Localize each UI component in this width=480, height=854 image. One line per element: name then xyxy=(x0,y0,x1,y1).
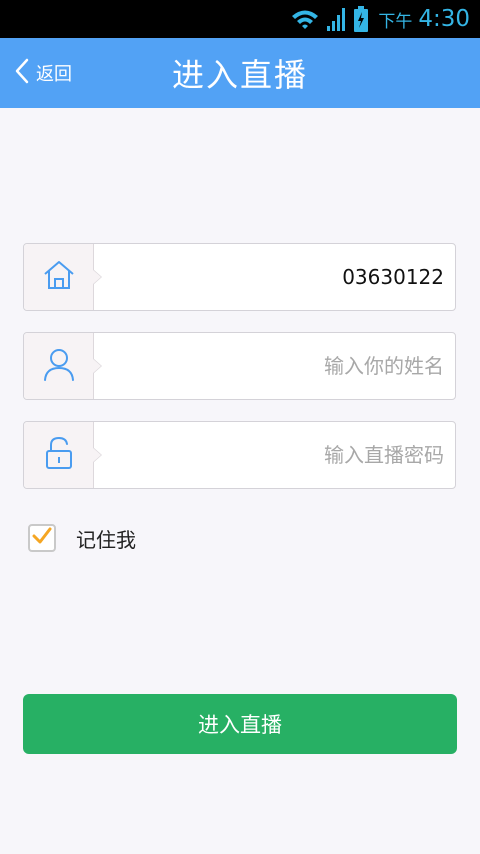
page-title-text: 进入直播 xyxy=(171,56,308,94)
battery-icon xyxy=(354,6,369,32)
signal-icon xyxy=(326,6,348,32)
lock-icon xyxy=(44,436,74,474)
back-button[interactable]: 返回 xyxy=(14,38,72,108)
enter-live-button[interactable]: 进入直播 xyxy=(23,694,457,754)
page-title: 进入直播 xyxy=(0,38,480,108)
title-bar: 进入直播 返回 xyxy=(0,38,480,108)
back-label: 返回 xyxy=(36,64,72,85)
password-field xyxy=(23,421,456,489)
checkbox-box[interactable] xyxy=(28,524,56,552)
checkmark-icon xyxy=(32,527,52,549)
user-icon xyxy=(42,346,76,386)
status-bar: 下午 4:30 xyxy=(0,0,480,38)
chevron-left-icon xyxy=(14,58,30,88)
wifi-icon xyxy=(290,7,320,31)
room-icon-box xyxy=(24,244,94,310)
name-field xyxy=(23,332,456,400)
status-time-prefix: 下午 xyxy=(378,11,413,32)
remember-me-label: 记住我 xyxy=(76,527,136,552)
password-input[interactable] xyxy=(114,422,444,488)
field-notch-inner xyxy=(93,270,101,284)
field-notch-inner xyxy=(93,359,101,373)
field-notch-inner xyxy=(93,448,101,462)
name-icon-box xyxy=(24,333,94,399)
name-input[interactable] xyxy=(114,333,444,399)
status-bar-right: 下午 4:30 xyxy=(290,0,470,38)
password-icon-box xyxy=(24,422,94,488)
room-number-field xyxy=(23,243,456,311)
home-icon xyxy=(42,259,76,295)
status-time: 4:30 xyxy=(418,6,470,32)
remember-me-checkbox[interactable]: 记住我 xyxy=(28,522,136,554)
room-number-input[interactable] xyxy=(114,244,444,310)
